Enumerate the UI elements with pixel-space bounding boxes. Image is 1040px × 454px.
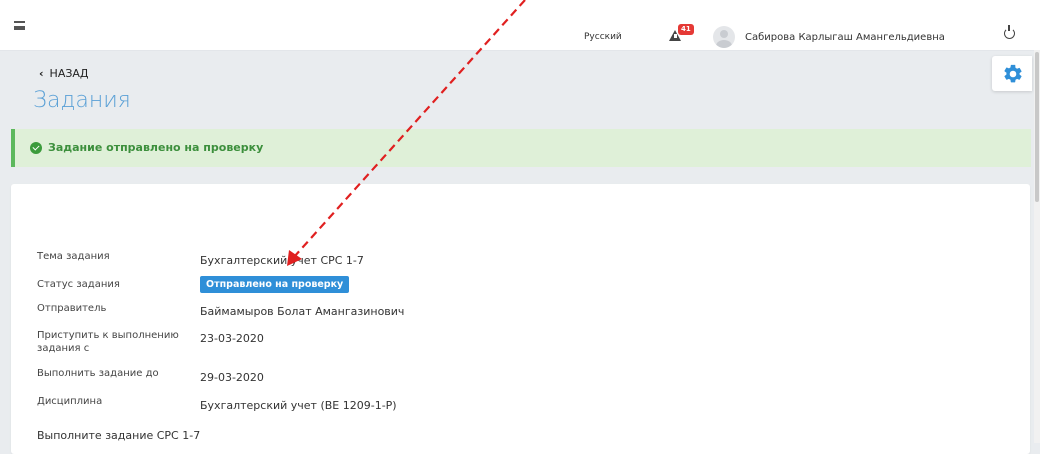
annotation-arrow <box>287 0 526 266</box>
annotation-arrow-head <box>287 250 302 266</box>
annotation-arrow-line <box>293 0 526 258</box>
